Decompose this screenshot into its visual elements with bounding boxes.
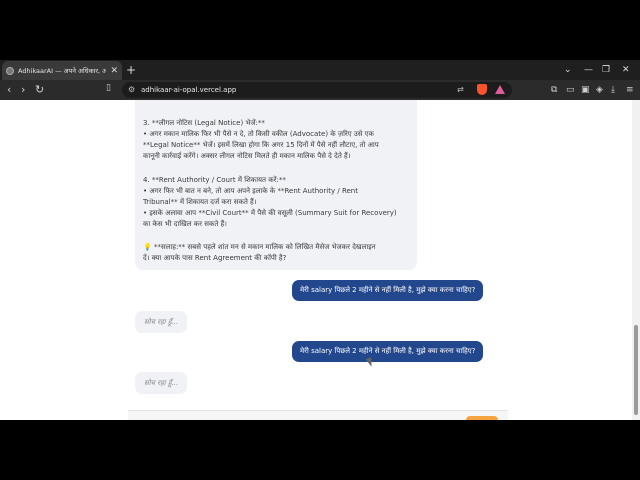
typing-indicator: सोच रहा हूँ... xyxy=(135,311,188,333)
maximize-button[interactable]: ❐ xyxy=(602,62,610,78)
new-tab-button[interactable]: + xyxy=(126,62,136,78)
favicon-icon xyxy=(6,66,14,75)
bot-message-line: • अगर मकान मालिक फिर भी पैसे न दे, तो कि… xyxy=(143,130,374,138)
url-text[interactable]: adhikaar-ai-opal.vercel.app xyxy=(141,84,236,96)
translate-icon[interactable]: ⇄ xyxy=(457,84,464,96)
reload-icon[interactable]: ↻ xyxy=(35,82,44,98)
window-close-button[interactable]: ✕ xyxy=(622,62,630,78)
user-message: मेरी salary पिछले 2 महीने से नहीं मिली ह… xyxy=(292,280,484,301)
user-message: मेरी salary पिछले 2 महीने से नहीं मिली ह… xyxy=(292,341,484,362)
back-icon[interactable]: ‹ xyxy=(7,82,11,98)
scrollbar-thumb[interactable] xyxy=(634,325,638,415)
sidebar-icon[interactable]: ▭ xyxy=(566,83,575,97)
tab-search-icon[interactable]: ⌄ xyxy=(564,62,572,78)
bot-message: 3. **लीगल नोटिस (Legal Notice) भेजें:** … xyxy=(135,100,417,270)
letterbox-top xyxy=(0,0,640,60)
tab-title: AdhikaarAI — अपने अधिकार, अपनी xyxy=(18,67,107,75)
bookmark-icon[interactable]: ▯ xyxy=(106,83,111,93)
brave-rewards-icon[interactable] xyxy=(495,85,505,94)
bot-message-line: 4. **Rent Authority / Court में शिकायत क… xyxy=(143,176,286,184)
tab-close-icon[interactable]: ✕ xyxy=(110,66,118,76)
letterbox-bottom xyxy=(0,420,640,480)
bot-message-line: 💡 **सलाह:** सबसे पहले शांत मन से मकान मा… xyxy=(143,243,376,251)
bot-message-line: कानूनी कार्रवाई करेंगे। अक्सर लीगल नोटिस… xyxy=(143,152,351,160)
typing-indicator: सोच रहा हूँ... xyxy=(135,372,188,394)
bot-message-line: **Legal Notice** भेजें। इसमें लिखा होगा … xyxy=(143,141,379,149)
bot-message-line: Tribunal** में शिकायत दर्ज करा सकते हैं। xyxy=(143,198,257,206)
download-icon[interactable]: ⤓ xyxy=(611,83,615,97)
minimize-button[interactable]: — xyxy=(584,62,593,78)
bot-message-line: का केस भी दाखिल कर सकते हैं। xyxy=(143,220,227,228)
bot-message-line: 3. **लीगल नोटिस (Legal Notice) भेजें:** xyxy=(143,119,265,127)
vpn-icon[interactable]: ◈ xyxy=(596,83,603,97)
wallet-icon[interactable]: ▣ xyxy=(581,83,590,97)
menu-icon[interactable]: ≡ xyxy=(626,83,634,97)
tab-adhikaar-ai[interactable]: AdhikaarAI — अपने अधिकार, अपनी ✕ xyxy=(2,61,122,80)
site-info-icon[interactable]: ⚙ xyxy=(128,84,135,96)
bot-message-line: • अगर फिर भी बात न बने, तो आप अपने इलाके… xyxy=(143,187,358,195)
bot-message-line: • इसके अलावा आप **Civil Court** में पैसे… xyxy=(143,209,397,217)
bot-message-line: दें। क्या आपके पास Rent Agreement की कॉप… xyxy=(143,254,287,262)
brave-shield-icon[interactable] xyxy=(477,84,487,95)
extensions-icon[interactable]: ⧉ xyxy=(551,83,557,97)
chat-input-bar[interactable] xyxy=(128,410,508,420)
forward-icon[interactable]: › xyxy=(21,82,25,98)
